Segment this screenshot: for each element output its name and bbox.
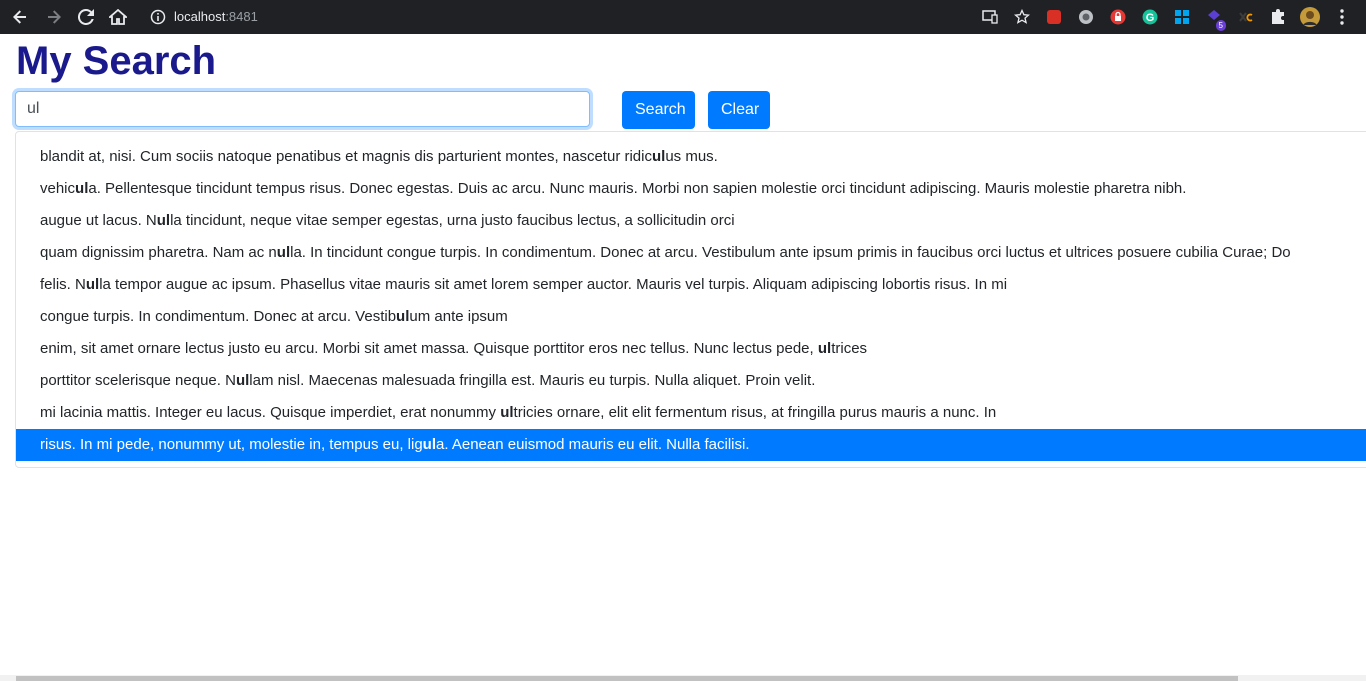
record-extension-icon[interactable] (1070, 5, 1102, 29)
suggestion-text: congue turpis. In condimentum. Donec at … (40, 308, 397, 325)
arrow-left-icon (13, 10, 26, 24)
browser-toolbar: localhost:8481 G 5 (0, 0, 1366, 34)
scrollbar-thumb[interactable] (16, 676, 1238, 681)
suggestion-text: um ante ipsum (409, 308, 508, 325)
suggestion-item[interactable]: mi lacinia mattis. Integer eu lacus. Qui… (16, 397, 1366, 429)
xc-extension-icon[interactable] (1230, 5, 1262, 29)
suggestion-item[interactable]: risus. In mi pede, nonummy ut, molestie … (16, 429, 1366, 461)
lock-extension-icon[interactable] (1102, 5, 1134, 29)
svg-text:G: G (1146, 12, 1155, 24)
suggestion-match: ul (651, 148, 666, 165)
suggestion-text: la tincidunt, neque vitae semper egestas… (170, 212, 735, 229)
suggestion-item[interactable]: porttitor scelerisque neque. Nullam nisl… (16, 365, 1366, 397)
suggestion-text: augue ut lacus. N (40, 212, 157, 229)
suggestion-item[interactable]: felis. Nulla tempor augue ac ipsum. Phas… (16, 269, 1366, 301)
suggestion-text: us mus. (665, 148, 718, 165)
home-icon (109, 9, 127, 25)
suggestion-text: a. Pellentesque tincidunt tempus risus. … (88, 180, 1187, 197)
suggestion-text: vehic (40, 180, 76, 197)
video-extension-icon[interactable] (1038, 5, 1070, 29)
suggestion-text: felis. N (40, 276, 86, 293)
search-button[interactable]: Search (622, 91, 695, 129)
suggestion-item[interactable]: enim, sit amet ornare lectus justo eu ar… (16, 333, 1366, 365)
suggestion-match: ul (500, 404, 514, 421)
suggestion-item[interactable]: blandit at, nisi. Cum sociis natoque pen… (16, 141, 1366, 173)
cast-icon[interactable] (974, 5, 1006, 29)
suggestion-text: la tempor augue ac ipsum. Phasellus vita… (99, 276, 1008, 293)
reload-icon (78, 9, 94, 25)
url-host: localhost (174, 9, 226, 24)
suggestion-item[interactable]: vehicula. Pellentesque tincidunt tempus … (16, 173, 1366, 205)
suggestion-match: ul (235, 372, 250, 389)
url-text: localhost:8481 (174, 9, 258, 24)
suggestion-item[interactable]: quam dignissim pharetra. Nam ac nulla. I… (16, 237, 1366, 269)
forward-button[interactable] (42, 5, 66, 29)
arrow-right-icon (48, 10, 61, 24)
info-icon[interactable] (150, 9, 166, 25)
suggestion-match: ul (276, 244, 291, 261)
suggestion-text: a. Aenean euismod mauris eu elit. Nulla … (436, 436, 750, 453)
suggestion-text: blandit at, nisi. Cum sociis natoque pen… (40, 148, 652, 165)
suggestion-text: risus. In mi pede, nonummy ut, molestie … (40, 436, 423, 453)
page-title: My Search (16, 39, 217, 83)
suggestion-match: ul (85, 276, 100, 293)
suggestion-text: trices (831, 340, 868, 357)
suggestions-list: blandit at, nisi. Cum sociis natoque pen… (15, 131, 1366, 468)
back-button[interactable] (8, 5, 32, 29)
grammarly-icon[interactable]: G (1134, 5, 1166, 29)
extension-badge: 5 (1215, 20, 1226, 31)
suggestion-text: tricies ornare, elit elit fermentum risu… (513, 404, 997, 421)
shapes-extension-icon[interactable]: 5 (1198, 5, 1230, 31)
suggestion-match: ul (75, 180, 89, 197)
profile-avatar[interactable] (1294, 5, 1326, 29)
search-input[interactable] (15, 91, 590, 127)
suggestion-match: ul (396, 308, 410, 325)
reload-button[interactable] (74, 5, 98, 29)
menu-kebab-icon[interactable] (1326, 5, 1358, 29)
suggestion-text: lam nisl. Maecenas malesuada fringilla e… (249, 372, 816, 389)
suggestion-item[interactable]: augue ut lacus. Nulla tincidunt, neque v… (16, 205, 1366, 237)
suggestion-text: porttitor scelerisque neque. N (40, 372, 236, 389)
extension-area: G 5 (974, 5, 1358, 31)
clear-button[interactable]: Clear (708, 91, 770, 129)
suggestion-match: ul (156, 212, 171, 229)
suggestion-text: la. In tincidunt congue turpis. In condi… (290, 244, 1291, 261)
suggestion-text: mi lacinia mattis. Integer eu lacus. Qui… (40, 404, 501, 421)
suggestion-match: ul (817, 340, 832, 357)
suggestion-match: ul (422, 436, 437, 453)
url-port: :8481 (225, 9, 258, 24)
suggestion-item[interactable]: congue turpis. In condimentum. Donec at … (16, 301, 1366, 333)
suggestion-text: quam dignissim pharetra. Nam ac n (40, 244, 277, 261)
windows-extension-icon[interactable] (1166, 5, 1198, 29)
home-button[interactable] (106, 5, 130, 29)
suggestion-text: enim, sit amet ornare lectus justo eu ar… (40, 340, 818, 357)
bookmark-star-icon[interactable] (1006, 5, 1038, 29)
extensions-puzzle-icon[interactable] (1262, 5, 1294, 29)
